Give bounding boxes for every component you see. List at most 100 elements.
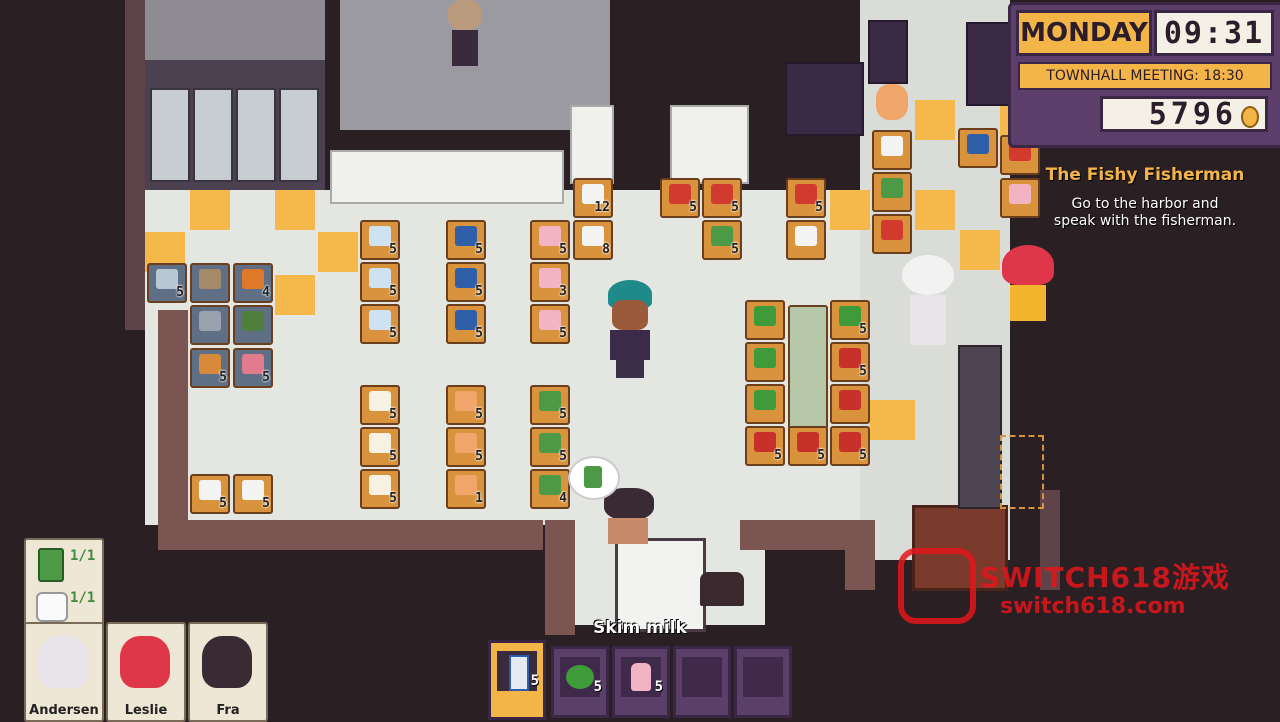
selected-item-label: Skim milk bbox=[593, 618, 687, 638]
shelf[interactable] bbox=[958, 128, 998, 168]
shelf[interactable]: 5 bbox=[830, 426, 870, 466]
plant-stand bbox=[788, 305, 828, 430]
party-member-card[interactable]: Fra bbox=[188, 622, 268, 722]
oat-icon bbox=[369, 391, 391, 411]
shelf[interactable]: 5 bbox=[830, 342, 870, 382]
toilet-paper-icon bbox=[582, 226, 604, 246]
avatar bbox=[202, 636, 252, 688]
shelf[interactable]: 5 bbox=[233, 348, 273, 388]
red-box-icon bbox=[669, 184, 691, 204]
can-icon bbox=[539, 391, 561, 411]
floor-tile bbox=[318, 232, 358, 272]
watermark-logo bbox=[898, 548, 976, 624]
shelf[interactable] bbox=[233, 305, 273, 345]
day-display: MONDAY bbox=[1016, 10, 1152, 56]
npc-shopper[interactable] bbox=[874, 84, 910, 124]
shelf[interactable]: 5 bbox=[360, 469, 400, 509]
apple-icon bbox=[839, 390, 861, 410]
shelf[interactable]: 5 bbox=[360, 385, 400, 425]
wall-bottom-right bbox=[740, 520, 860, 550]
shelf[interactable]: 5 bbox=[233, 474, 273, 514]
inventory-slot[interactable]: 5 bbox=[612, 646, 670, 718]
cereal-box-icon bbox=[967, 134, 989, 154]
checkout-counter bbox=[958, 345, 1002, 509]
shelf[interactable] bbox=[830, 384, 870, 424]
shelf[interactable] bbox=[786, 220, 826, 260]
cereal-box-icon bbox=[455, 310, 477, 330]
shelf[interactable]: 5 bbox=[190, 348, 230, 388]
shelf[interactable]: 5 bbox=[360, 304, 400, 344]
shelf[interactable]: 5 bbox=[190, 474, 230, 514]
shelf[interactable] bbox=[190, 263, 230, 303]
shelf[interactable] bbox=[872, 130, 912, 170]
apple-icon bbox=[797, 432, 819, 452]
red-box-icon bbox=[711, 184, 733, 204]
freezer bbox=[279, 88, 319, 182]
party-member-card[interactable]: Leslie bbox=[106, 622, 186, 722]
shelf[interactable]: 5 bbox=[830, 300, 870, 340]
npc-leslie[interactable] bbox=[1000, 245, 1056, 330]
inventory-slot[interactable] bbox=[734, 646, 792, 718]
wall-corner bbox=[845, 520, 875, 590]
shelf[interactable]: 5 bbox=[702, 220, 742, 260]
canned-food-icon bbox=[38, 548, 64, 582]
meat-icon bbox=[199, 269, 221, 289]
shelf[interactable]: 5 bbox=[530, 385, 570, 425]
brick-pillar bbox=[570, 105, 614, 184]
player-character[interactable] bbox=[604, 280, 656, 380]
inventory-slot[interactable]: 5 bbox=[488, 640, 546, 720]
can-icon bbox=[539, 475, 561, 495]
shelf[interactable] bbox=[872, 214, 912, 254]
shelf[interactable]: 5 bbox=[446, 304, 486, 344]
shelf[interactable]: 5 bbox=[530, 427, 570, 467]
list-item: 1/1 bbox=[32, 586, 96, 626]
shelf[interactable]: 5 bbox=[660, 178, 700, 218]
shelf[interactable]: 5 bbox=[147, 263, 187, 303]
shelf[interactable]: 4 bbox=[233, 263, 273, 303]
shelf[interactable]: 5 bbox=[702, 178, 742, 218]
lettuce-icon bbox=[754, 306, 776, 326]
oat-icon bbox=[369, 433, 391, 453]
shelf[interactable]: 5 bbox=[360, 220, 400, 260]
wall-left bbox=[125, 0, 145, 330]
bowl-icon bbox=[369, 268, 391, 288]
shelf[interactable] bbox=[745, 384, 785, 424]
shelf[interactable]: 1 bbox=[446, 469, 486, 509]
shelf[interactable]: 5 bbox=[530, 220, 570, 260]
shelf[interactable]: 5 bbox=[786, 178, 826, 218]
shelf[interactable]: 12 bbox=[573, 178, 613, 218]
shopping-basket[interactable] bbox=[700, 572, 744, 606]
party-member-card[interactable]: Andersen bbox=[24, 622, 104, 722]
shelf[interactable]: 5 bbox=[745, 426, 785, 466]
inventory-slot[interactable] bbox=[673, 646, 731, 718]
shelf[interactable]: 5 bbox=[530, 304, 570, 344]
shelf[interactable]: 8 bbox=[573, 220, 613, 260]
grinder-icon bbox=[199, 311, 221, 331]
event-reminder: TOWNHALL MEETING: 18:30 bbox=[1018, 62, 1272, 90]
bread-icon bbox=[455, 391, 477, 411]
apple-icon bbox=[754, 432, 776, 452]
shelf[interactable] bbox=[190, 305, 230, 345]
shelf[interactable]: 5 bbox=[446, 427, 486, 467]
freezer bbox=[236, 88, 276, 182]
shelf[interactable]: 5 bbox=[360, 427, 400, 467]
shelf[interactable]: 4 bbox=[530, 469, 570, 509]
can-icon bbox=[881, 178, 903, 198]
milk-bottle-icon bbox=[631, 663, 651, 691]
shelf[interactable]: 5 bbox=[446, 262, 486, 302]
shelf[interactable] bbox=[872, 172, 912, 212]
shelf[interactable]: 5 bbox=[360, 262, 400, 302]
shelf[interactable] bbox=[745, 300, 785, 340]
shelf[interactable]: 5 bbox=[788, 426, 828, 466]
shelf[interactable]: 3 bbox=[530, 262, 570, 302]
shelf[interactable] bbox=[745, 342, 785, 382]
floor-tile bbox=[830, 190, 870, 230]
shelf[interactable]: 5 bbox=[446, 385, 486, 425]
fish-icon bbox=[156, 269, 178, 289]
inventory-slot[interactable]: 5 bbox=[551, 646, 609, 718]
npc-shopper[interactable] bbox=[440, 0, 490, 70]
shelf[interactable]: 5 bbox=[446, 220, 486, 260]
bookshelf bbox=[966, 22, 1010, 106]
npc-andersen[interactable] bbox=[898, 255, 958, 350]
shelf[interactable] bbox=[1000, 178, 1040, 218]
